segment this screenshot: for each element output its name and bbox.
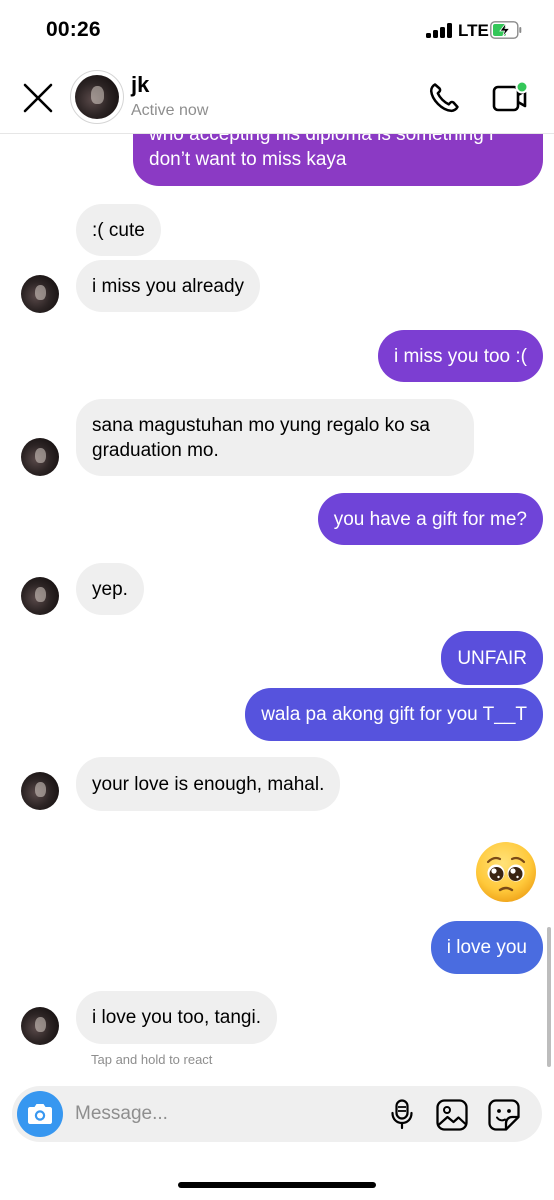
- status-bar: 00:26 LTE: [0, 0, 554, 62]
- message-text: who accepting his diploma is something i…: [149, 134, 494, 170]
- message-text: UNFAIR: [457, 647, 527, 669]
- home-indicator[interactable]: [178, 1182, 376, 1188]
- message-list[interactable]: who accepting his diploma is something i…: [0, 134, 554, 1086]
- network-label: LTE: [458, 21, 489, 40]
- incoming-message[interactable]: i love you too, tangi.: [76, 991, 277, 1044]
- message-text: i miss you already: [92, 275, 245, 297]
- message-text: sana magustuhan mo yung regalo ko sa gra…: [92, 414, 430, 461]
- sender-avatar[interactable]: [21, 438, 59, 476]
- message-text: your love is enough, mahal.: [92, 773, 325, 795]
- scrollbar[interactable]: [547, 927, 551, 1067]
- message-text: you have a gift for me?: [333, 508, 527, 530]
- gallery-icon[interactable]: [435, 1098, 469, 1132]
- outgoing-message[interactable]: wala pa akong gift for you T__T: [245, 688, 543, 741]
- outgoing-message[interactable]: i love you: [430, 921, 543, 974]
- incoming-message[interactable]: sana magustuhan mo yung regalo ko sa gra…: [76, 399, 474, 476]
- avatar: [75, 75, 119, 119]
- message-text: i love you too, tangi.: [92, 1007, 261, 1028]
- contact-status: Active now: [131, 102, 209, 119]
- message-text: wala pa akong gift for you T__T: [261, 704, 527, 725]
- pleading-face-emoji[interactable]: [474, 840, 538, 904]
- incoming-message[interactable]: :( cute: [76, 204, 161, 256]
- close-icon[interactable]: [20, 80, 56, 116]
- camera-icon: [28, 1104, 52, 1124]
- battery-charging-icon: [490, 21, 522, 39]
- sticker-icon[interactable]: [487, 1098, 521, 1132]
- camera-button[interactable]: [17, 1091, 63, 1137]
- contact-name[interactable]: jk: [131, 72, 149, 98]
- outgoing-message[interactable]: UNFAIR: [441, 631, 543, 685]
- message-composer: [12, 1086, 542, 1142]
- contact-avatar[interactable]: [70, 70, 124, 124]
- message-text: i love you: [446, 937, 527, 958]
- outgoing-message[interactable]: you have a gift for me?: [317, 493, 543, 545]
- signal-icon: [426, 23, 453, 38]
- outgoing-message[interactable]: i miss you too :(: [377, 330, 543, 382]
- sender-avatar[interactable]: [21, 577, 59, 615]
- message-text: i miss you too :(: [393, 345, 527, 367]
- sender-avatar[interactable]: [21, 772, 59, 810]
- chat-header: jk Active now: [0, 62, 554, 134]
- message-text: :( cute: [92, 219, 145, 241]
- incoming-message[interactable]: i miss you already: [76, 260, 261, 312]
- message-text: yep.: [92, 578, 128, 600]
- outgoing-message[interactable]: who accepting his diploma is something i…: [133, 134, 543, 186]
- status-time: 00:26: [46, 18, 101, 41]
- message-input[interactable]: [75, 1099, 375, 1129]
- sender-avatar[interactable]: [21, 275, 59, 313]
- phone-icon[interactable]: [426, 80, 462, 116]
- sender-avatar[interactable]: [21, 1007, 59, 1045]
- react-hint: Tap and hold to react: [91, 1052, 213, 1067]
- incoming-message[interactable]: your love is enough, mahal.: [76, 757, 341, 811]
- microphone-icon[interactable]: [386, 1098, 418, 1130]
- incoming-message[interactable]: yep.: [76, 563, 144, 615]
- video-camera-icon[interactable]: [490, 78, 530, 118]
